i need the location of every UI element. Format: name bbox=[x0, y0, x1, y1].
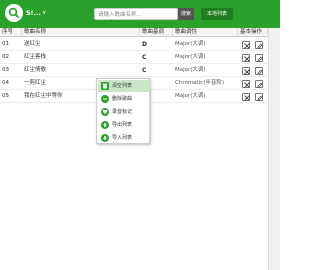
local-list-button[interactable]: 本地列表 bbox=[201, 8, 233, 20]
menu-item-export-list[interactable]: 导出列表 bbox=[98, 119, 150, 131]
row-song-key: C bbox=[142, 54, 147, 61]
col-header-name: 歌曲名称 bbox=[22, 28, 140, 37]
close-icon[interactable] bbox=[242, 93, 250, 101]
close-icon[interactable] bbox=[242, 67, 250, 75]
context-menu: 清空列表 删除歌曲 录音标记 导出列表 导入列表 bbox=[96, 78, 150, 144]
row-song-name: 一剪红尘 bbox=[24, 80, 47, 86]
row-song-key: C bbox=[142, 67, 147, 74]
menu-item-delete-song[interactable]: 删除歌曲 bbox=[98, 93, 150, 105]
row-song-name: 红尘情歌 bbox=[24, 67, 47, 73]
row-song-name: 红尘客栈 bbox=[24, 54, 47, 60]
col-header-key: 歌曲基调 bbox=[140, 28, 173, 37]
menu-item-label: 导入列表 bbox=[112, 135, 133, 141]
edit-icon[interactable] bbox=[255, 41, 263, 49]
row-index: 05 bbox=[2, 93, 9, 99]
menu-item-label: 录音标记 bbox=[112, 109, 133, 115]
heart-icon bbox=[101, 108, 109, 116]
menu-item-import-list[interactable]: 导入列表 bbox=[98, 132, 150, 144]
minus-circle-icon bbox=[101, 95, 109, 103]
edit-icon[interactable] bbox=[255, 80, 263, 88]
search-button[interactable]: 搜索 bbox=[178, 8, 194, 20]
row-song-mode: Major(大调) bbox=[175, 67, 206, 73]
menu-item-label: 清空列表 bbox=[112, 83, 133, 89]
top-bar: 5!... ∨ 搜索 本地列表 bbox=[0, 0, 280, 28]
trash-icon bbox=[101, 82, 109, 90]
row-song-mode: Chromatic(半音阶) bbox=[175, 80, 225, 86]
row-index: 01 bbox=[2, 41, 9, 47]
table-row[interactable]: 03 红尘情歌 C Major(大调) bbox=[0, 64, 268, 77]
edit-icon[interactable] bbox=[255, 67, 263, 75]
col-header-index: 序号 bbox=[0, 28, 22, 37]
menu-item-label: 导出列表 bbox=[112, 122, 133, 128]
row-song-mode: Major(大调) bbox=[175, 93, 206, 99]
row-index: 04 bbox=[2, 80, 9, 86]
col-header-mode: 歌曲调性 bbox=[173, 28, 238, 37]
close-icon[interactable] bbox=[242, 80, 250, 88]
close-icon[interactable] bbox=[242, 41, 250, 49]
edit-icon[interactable] bbox=[255, 54, 263, 62]
row-song-mode: Major(大调) bbox=[175, 41, 206, 47]
import-icon bbox=[101, 134, 109, 142]
vertical-scrollbar[interactable] bbox=[268, 28, 280, 270]
row-song-mode: Major(大调) bbox=[175, 54, 206, 60]
row-song-name: 我在红尘中等你 bbox=[24, 93, 63, 99]
search-logo-icon[interactable] bbox=[5, 4, 23, 22]
export-icon bbox=[101, 121, 109, 129]
app-title[interactable]: 5!... bbox=[26, 9, 41, 17]
search-input[interactable] bbox=[98, 10, 176, 19]
search-box[interactable] bbox=[94, 8, 178, 20]
row-index: 03 bbox=[2, 67, 9, 73]
close-icon[interactable] bbox=[242, 54, 250, 62]
row-song-key: D bbox=[142, 41, 147, 48]
menu-item-label: 删除歌曲 bbox=[112, 96, 133, 102]
col-header-actions: 基本操作 bbox=[238, 28, 268, 37]
table-row[interactable]: 02 红尘客栈 C Major(大调) bbox=[0, 51, 268, 64]
row-index: 02 bbox=[2, 54, 9, 60]
edit-icon[interactable] bbox=[255, 93, 263, 101]
chevron-down-icon[interactable]: ∨ bbox=[42, 9, 46, 16]
menu-item-clear-list[interactable]: 清空列表 bbox=[98, 80, 150, 92]
table-row[interactable]: 01 送红尘 D Major(大调) bbox=[0, 38, 268, 51]
menu-item-record-mark[interactable]: 录音标记 bbox=[98, 106, 150, 118]
row-song-name: 送红尘 bbox=[24, 41, 41, 47]
